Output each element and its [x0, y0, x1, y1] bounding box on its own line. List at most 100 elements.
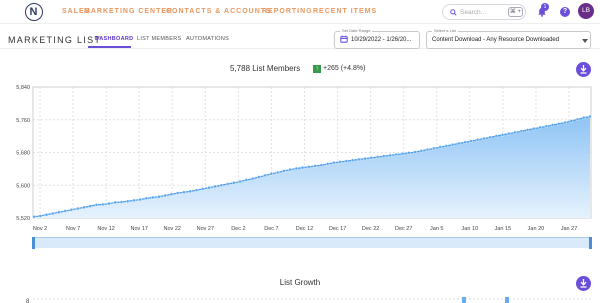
app-logo[interactable]: N [25, 3, 43, 21]
data-point [413, 150, 417, 154]
data-point [144, 196, 149, 201]
x-tick-label: Nov 2 [33, 226, 47, 232]
search-shortcut-hint: ⌘ + [508, 7, 523, 17]
data-point [532, 127, 536, 131]
list-growth-title: List Growth [279, 278, 321, 287]
y-tick-label: 5,520 [16, 216, 30, 222]
x-tick-label: Nov 17 [130, 226, 147, 232]
search-icon [450, 9, 457, 16]
data-point [300, 165, 305, 170]
data-point [325, 162, 330, 166]
data-point [76, 206, 80, 211]
data-point [32, 215, 36, 219]
data-point [250, 176, 255, 181]
members-area-chart: 5,840 5,760 5,680 5,600 5,520Nov 2 Nov 7 Nov 1… [16, 85, 592, 232]
data-point [126, 199, 130, 203]
data-point [450, 143, 455, 147]
data-point [338, 160, 342, 164]
x-tick-label: Jan 27 [561, 226, 578, 232]
y-tick-label: 5,760 [16, 118, 30, 124]
range-handle-right[interactable] [589, 237, 592, 249]
growth-bar [505, 297, 509, 303]
download-icon [580, 279, 587, 288]
data-point [107, 201, 111, 206]
search-box[interactable]: Search... ⌘ + [442, 4, 526, 20]
data-point [269, 172, 274, 176]
nav-recent-items[interactable]: RECENT ITEMS [313, 8, 377, 15]
data-point [169, 192, 174, 196]
data-point [69, 208, 74, 212]
data-point [313, 164, 317, 168]
data-point [382, 154, 386, 158]
tab-list-members[interactable]: LIST MEMBERS [137, 36, 181, 42]
data-point [550, 123, 555, 127]
data-point [500, 133, 505, 137]
data-point [494, 134, 498, 138]
data-point [513, 130, 517, 135]
nav-reporting[interactable]: REPORTING [262, 8, 313, 15]
y-tick-label: 5,840 [16, 85, 30, 91]
list-select-field[interactable]: Select a List Content Download - Any Res… [426, 28, 591, 49]
data-point [163, 193, 167, 198]
data-point [400, 152, 405, 156]
data-point [344, 159, 349, 163]
x-tick-label: Dec 2 [231, 226, 245, 232]
data-point [357, 157, 361, 162]
search-placeholder: Search... [460, 9, 487, 16]
data-point [488, 135, 492, 140]
data-point [132, 198, 136, 203]
data-point [150, 195, 155, 200]
notification-count-badge: 1 [541, 3, 549, 11]
growth-y-tick-label: 8 [26, 299, 30, 303]
download-chart-button[interactable] [576, 62, 591, 77]
data-point [225, 182, 230, 186]
data-point [294, 166, 299, 171]
download-icon [580, 65, 587, 74]
data-point [350, 158, 355, 162]
data-point [288, 167, 292, 172]
tab-dashboard[interactable]: DASHBOARD [95, 36, 133, 42]
range-navigator[interactable] [33, 237, 591, 248]
x-tick-label: Jan 15 [495, 226, 512, 232]
data-point [63, 209, 67, 213]
user-avatar[interactable]: LB [578, 3, 594, 19]
data-point [444, 144, 449, 148]
logo-letter: N [29, 6, 38, 18]
list-growth-chart: 8 [26, 297, 591, 303]
range-handle-left[interactable] [32, 237, 35, 249]
y-tick-label: 5,600 [16, 183, 30, 189]
data-point [519, 129, 523, 133]
data-point [57, 210, 61, 214]
help-icon[interactable]: ? [560, 7, 570, 17]
data-point [101, 202, 105, 207]
nav-contacts-accounts[interactable]: CONTACTS & ACCOUNTS [166, 8, 272, 15]
nav-marketing-center[interactable]: MARKETING CENTER [84, 8, 173, 15]
data-point [219, 183, 224, 187]
data-point [119, 200, 124, 204]
data-point [469, 139, 473, 143]
data-point [575, 117, 580, 122]
trend-up-badge: ↑ [313, 65, 321, 73]
data-point [457, 141, 461, 146]
data-point [332, 161, 336, 165]
tab-automations[interactable]: AUTOMATIONS [186, 36, 229, 42]
data-point [463, 140, 467, 144]
data-point [319, 163, 324, 167]
data-point [525, 128, 530, 132]
data-point [375, 155, 380, 159]
download-growth-button[interactable] [576, 276, 591, 291]
data-point [213, 184, 217, 189]
data-point [557, 122, 561, 126]
data-point [44, 213, 49, 217]
data-point [94, 203, 99, 207]
x-tick-label: Nov 27 [197, 226, 214, 232]
data-point [138, 197, 142, 202]
data-point [582, 116, 586, 120]
data-point [538, 125, 542, 130]
x-tick-label: Dec 17 [329, 226, 346, 232]
data-point [507, 131, 511, 136]
data-point [82, 205, 86, 210]
data-point [200, 187, 205, 191]
x-tick-label: Dec 22 [362, 226, 379, 232]
members-change-text: +265 (+4.8%) [323, 65, 366, 72]
